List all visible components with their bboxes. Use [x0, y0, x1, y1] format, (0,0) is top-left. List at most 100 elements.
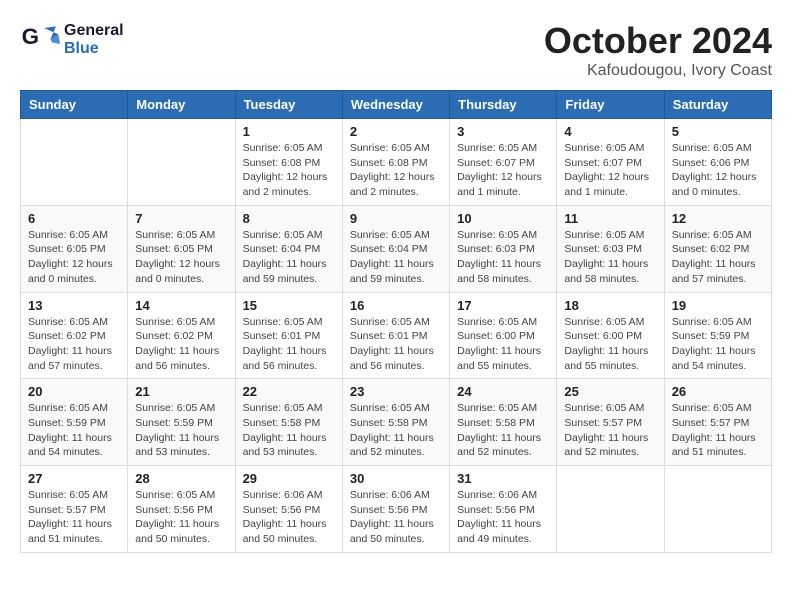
day-number: 13 — [28, 298, 120, 313]
day-number: 10 — [457, 211, 549, 226]
day-number: 8 — [243, 211, 335, 226]
day-info: Sunrise: 6:06 AM Sunset: 5:56 PM Dayligh… — [243, 488, 335, 547]
table-row — [557, 466, 664, 553]
day-number: 2 — [350, 124, 442, 139]
day-number: 18 — [564, 298, 656, 313]
table-row: 1 Sunrise: 6:05 AM Sunset: 6:08 PM Daylig… — [235, 119, 342, 206]
calendar-week-4: 20Sunrise: 6:05 AM Sunset: 5:59 PM Dayli… — [21, 379, 772, 466]
header-thursday: Thursday — [450, 91, 557, 119]
day-info: Sunrise: 6:05 AM Sunset: 6:02 PM Dayligh… — [28, 315, 120, 374]
day-number: 14 — [135, 298, 227, 313]
table-row: 21 Sunrise: 6:05 AM Sunset: 5:59 PM Dayli… — [128, 379, 235, 466]
day-number: 19 — [672, 298, 764, 313]
table-row — [128, 119, 235, 206]
calendar-week-1: 1 Sunrise: 6:05 AM Sunset: 6:08 PM Daylig… — [21, 119, 772, 206]
table-row: 12 Sunrise: 6:05 AM Sunset: 6:02 PM Dayli… — [664, 205, 771, 292]
table-row: 26 Sunrise: 6:05 AM Sunset: 5:57 PM Dayli… — [664, 379, 771, 466]
table-row: 8 Sunrise: 6:05 AM Sunset: 6:04 PM Daylig… — [235, 205, 342, 292]
day-info: Sunrise: 6:05 AM Sunset: 5:57 PM Dayligh… — [672, 401, 764, 460]
table-row: 11 Sunrise: 6:05 AM Sunset: 6:03 PM Dayli… — [557, 205, 664, 292]
table-row: 2Sunrise: 6:05 AM Sunset: 6:08 PM Daylig… — [342, 119, 449, 206]
calendar-week-2: 6 Sunrise: 6:05 AM Sunset: 6:05 PM Daylig… — [21, 205, 772, 292]
table-row — [664, 466, 771, 553]
svg-text:G: G — [22, 24, 39, 49]
table-row: 29 Sunrise: 6:06 AM Sunset: 5:56 PM Dayli… — [235, 466, 342, 553]
day-number: 6 — [28, 211, 120, 226]
day-number: 28 — [135, 471, 227, 486]
page-header: G General Blue October 2024 Kafoudougou,… — [20, 20, 772, 80]
day-info: Sunrise: 6:05 AM Sunset: 6:05 PM Dayligh… — [28, 228, 120, 287]
day-number: 5 — [672, 124, 764, 139]
day-info: Sunrise: 6:05 AM Sunset: 5:57 PM Dayligh… — [564, 401, 656, 460]
day-info: Sunrise: 6:05 AM Sunset: 5:57 PM Dayligh… — [28, 488, 120, 547]
title-section: October 2024 Kafoudougou, Ivory Coast — [544, 20, 772, 80]
day-number: 26 — [672, 384, 764, 399]
day-info: Sunrise: 6:05 AM Sunset: 6:02 PM Dayligh… — [672, 228, 764, 287]
table-row: 10 Sunrise: 6:05 AM Sunset: 6:03 PM Dayli… — [450, 205, 557, 292]
table-row: 9Sunrise: 6:05 AM Sunset: 6:04 PM Daylig… — [342, 205, 449, 292]
calendar-week-3: 13 Sunrise: 6:05 AM Sunset: 6:02 PM Dayli… — [21, 292, 772, 379]
table-row: 16Sunrise: 6:05 AM Sunset: 6:01 PM Dayli… — [342, 292, 449, 379]
day-info: Sunrise: 6:05 AM Sunset: 6:00 PM Dayligh… — [564, 315, 656, 374]
table-row: 22Sunrise: 6:05 AM Sunset: 5:58 PM Dayli… — [235, 379, 342, 466]
day-info: Sunrise: 6:05 AM Sunset: 5:58 PM Dayligh… — [457, 401, 549, 460]
day-number: 11 — [564, 211, 656, 226]
header-friday: Friday — [557, 91, 664, 119]
day-info: Sunrise: 6:05 AM Sunset: 5:59 PM Dayligh… — [135, 401, 227, 460]
day-number: 29 — [243, 471, 335, 486]
table-row: 25 Sunrise: 6:05 AM Sunset: 5:57 PM Dayli… — [557, 379, 664, 466]
day-number: 3 — [457, 124, 549, 139]
day-info: Sunrise: 6:05 AM Sunset: 6:03 PM Dayligh… — [457, 228, 549, 287]
day-info: Sunrise: 6:05 AM Sunset: 6:07 PM Dayligh… — [457, 141, 549, 200]
table-row: 14 Sunrise: 6:05 AM Sunset: 6:02 PM Dayli… — [128, 292, 235, 379]
logo-icon: G — [20, 20, 60, 60]
day-number: 1 — [243, 124, 335, 139]
day-info: Sunrise: 6:06 AM Sunset: 5:56 PM Dayligh… — [350, 488, 442, 547]
calendar-week-5: 27 Sunrise: 6:05 AM Sunset: 5:57 PM Dayli… — [21, 466, 772, 553]
day-info: Sunrise: 6:05 AM Sunset: 6:05 PM Dayligh… — [135, 228, 227, 287]
day-info: Sunrise: 6:05 AM Sunset: 6:00 PM Dayligh… — [457, 315, 549, 374]
day-info: Sunrise: 6:05 AM Sunset: 5:56 PM Dayligh… — [135, 488, 227, 547]
logo-general-text: General — [64, 22, 124, 40]
day-info: Sunrise: 6:05 AM Sunset: 5:59 PM Dayligh… — [28, 401, 120, 460]
table-row: 31 Sunrise: 6:06 AM Sunset: 5:56 PM Dayli… — [450, 466, 557, 553]
header-sunday: Sunday — [21, 91, 128, 119]
day-number: 15 — [243, 298, 335, 313]
table-row: 18 Sunrise: 6:05 AM Sunset: 6:00 PM Dayli… — [557, 292, 664, 379]
location-text: Kafoudougou, Ivory Coast — [544, 62, 772, 80]
day-number: 12 — [672, 211, 764, 226]
logo-blue-text: Blue — [64, 40, 124, 58]
day-number: 30 — [350, 471, 442, 486]
day-number: 7 — [135, 211, 227, 226]
day-info: Sunrise: 6:05 AM Sunset: 6:08 PM Dayligh… — [243, 141, 335, 200]
day-info: Sunrise: 6:05 AM Sunset: 6:06 PM Dayligh… — [672, 141, 764, 200]
day-info: Sunrise: 6:05 AM Sunset: 6:01 PM Dayligh… — [243, 315, 335, 374]
table-row: 5 Sunrise: 6:05 AM Sunset: 6:06 PM Daylig… — [664, 119, 771, 206]
day-number: 23 — [350, 384, 442, 399]
day-info: Sunrise: 6:05 AM Sunset: 5:58 PM Dayligh… — [243, 401, 335, 460]
table-row: 17 Sunrise: 6:05 AM Sunset: 6:00 PM Dayli… — [450, 292, 557, 379]
table-row: 13 Sunrise: 6:05 AM Sunset: 6:02 PM Dayli… — [21, 292, 128, 379]
table-row: 4Sunrise: 6:05 AM Sunset: 6:07 PM Daylig… — [557, 119, 664, 206]
table-row: 23Sunrise: 6:05 AM Sunset: 5:58 PM Dayli… — [342, 379, 449, 466]
day-info: Sunrise: 6:05 AM Sunset: 5:59 PM Dayligh… — [672, 315, 764, 374]
table-row: 27 Sunrise: 6:05 AM Sunset: 5:57 PM Dayli… — [21, 466, 128, 553]
day-info: Sunrise: 6:05 AM Sunset: 6:02 PM Dayligh… — [135, 315, 227, 374]
day-number: 31 — [457, 471, 549, 486]
table-row: 7 Sunrise: 6:05 AM Sunset: 6:05 PM Daylig… — [128, 205, 235, 292]
day-info: Sunrise: 6:05 AM Sunset: 6:03 PM Dayligh… — [564, 228, 656, 287]
day-number: 9 — [350, 211, 442, 226]
day-number: 25 — [564, 384, 656, 399]
table-row: 20Sunrise: 6:05 AM Sunset: 5:59 PM Dayli… — [21, 379, 128, 466]
calendar-table: Sunday Monday Tuesday Wednesday Thursday… — [20, 90, 772, 553]
day-info: Sunrise: 6:05 AM Sunset: 6:04 PM Dayligh… — [243, 228, 335, 287]
table-row: 6 Sunrise: 6:05 AM Sunset: 6:05 PM Daylig… — [21, 205, 128, 292]
day-number: 21 — [135, 384, 227, 399]
day-info: Sunrise: 6:06 AM Sunset: 5:56 PM Dayligh… — [457, 488, 549, 547]
day-info: Sunrise: 6:05 AM Sunset: 6:01 PM Dayligh… — [350, 315, 442, 374]
header-wednesday: Wednesday — [342, 91, 449, 119]
day-number: 27 — [28, 471, 120, 486]
table-row: 3 Sunrise: 6:05 AM Sunset: 6:07 PM Daylig… — [450, 119, 557, 206]
table-row: 30 Sunrise: 6:06 AM Sunset: 5:56 PM Dayli… — [342, 466, 449, 553]
day-number: 17 — [457, 298, 549, 313]
